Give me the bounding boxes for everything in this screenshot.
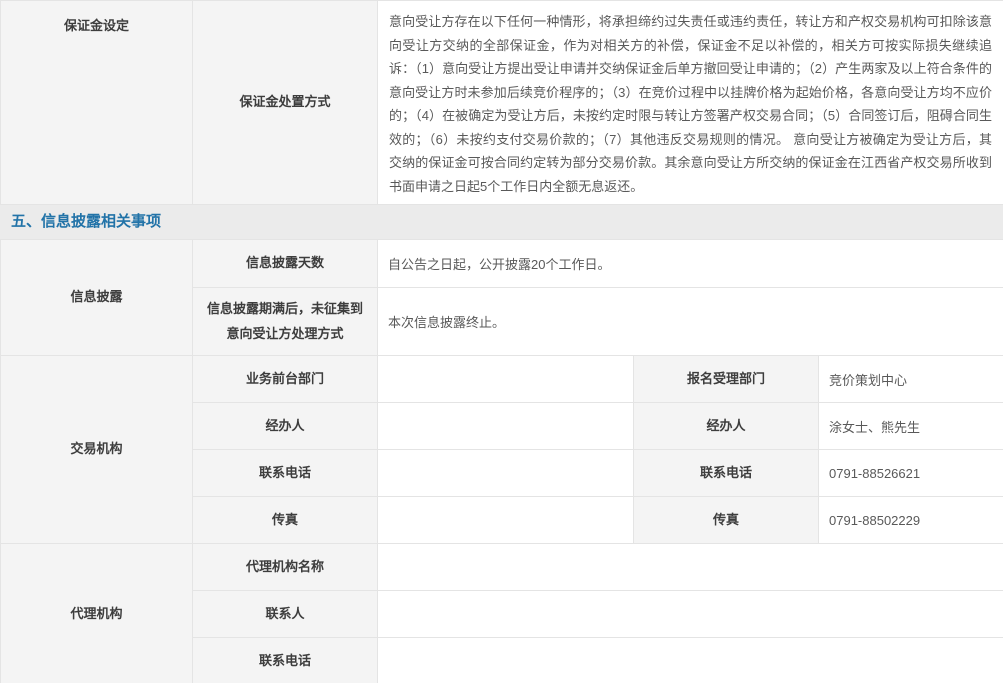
trade-fax2-label: 传真 — [634, 497, 819, 544]
agent-phone-label: 联系电话 — [193, 638, 378, 683]
trade-reg-dept-label: 报名受理部门 — [634, 356, 819, 403]
agent-org-group-label: 代理机构 — [1, 544, 193, 683]
trade-phone-label: 联系电话 — [193, 450, 378, 497]
deposit-group-label: 保证金设定 — [64, 18, 129, 33]
disclosure-table: 信息披露 信息披露天数 自公告之日起，公开披露20个工作日。 信息披露期满后，未… — [0, 239, 1003, 683]
trade-handler2-label: 经办人 — [634, 403, 819, 450]
agent-phone-value — [378, 638, 1003, 683]
trade-fax-label: 传真 — [193, 497, 378, 544]
trade-reg-dept-value: 竞价策划中心 — [819, 356, 1003, 403]
deposit-method-label: 保证金处置方式 — [193, 1, 378, 205]
trade-handler2-value: 涂女士、熊先生 — [819, 403, 1003, 450]
trade-org-group-label: 交易机构 — [1, 356, 193, 544]
trade-fax-value — [378, 497, 634, 544]
deposit-terms-text: 意向受让方存在以下任何一种情形，将承担缔约过失责任或违约责任，转让方和产权交易机… — [378, 1, 1003, 205]
trade-phone2-value: 0791-88526621 — [819, 450, 1003, 497]
deposit-table: 保证金设定 保证金处置方式 意向受让方存在以下任何一种情形，将承担缔约过失责任或… — [0, 0, 1003, 205]
disclosure-expiry-label: 信息披露期满后，未征集到意向受让方处理方式 — [193, 288, 378, 356]
agent-name-label: 代理机构名称 — [193, 544, 378, 591]
trade-handler-label: 经办人 — [193, 403, 378, 450]
disclosure-days-value: 自公告之日起，公开披露20个工作日。 — [378, 240, 1003, 288]
trade-handler-value — [378, 403, 634, 450]
trade-front-dept-value — [378, 356, 634, 403]
agent-contact-value — [378, 591, 1003, 638]
trade-phone2-label: 联系电话 — [634, 450, 819, 497]
disclosure-expiry-value: 本次信息披露终止。 — [378, 288, 1003, 356]
section-title: 五、信息披露相关事项 — [11, 213, 161, 230]
trade-fax2-value: 0791-88502229 — [819, 497, 1003, 544]
section-header: 五、信息披露相关事项 — [0, 205, 1003, 239]
trade-front-dept-label: 业务前台部门 — [193, 356, 378, 403]
agent-contact-label: 联系人 — [193, 591, 378, 638]
agent-name-value — [378, 544, 1003, 591]
disclosure-days-label: 信息披露天数 — [193, 240, 378, 288]
disclosure-group-label: 信息披露 — [1, 240, 193, 356]
trade-phone-value — [378, 450, 634, 497]
deposit-group-cell: 保证金设定 — [1, 1, 193, 205]
